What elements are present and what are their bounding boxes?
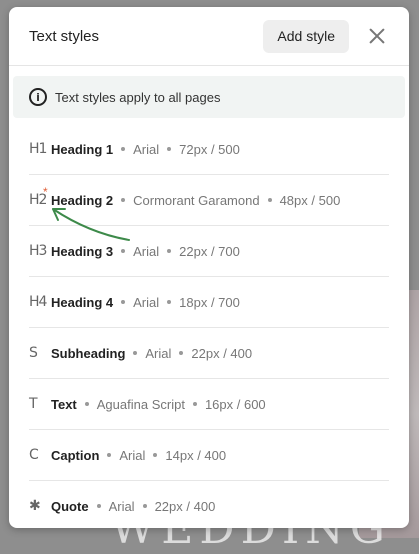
text-icon: T (29, 396, 38, 412)
caption-icon: C (29, 447, 39, 463)
separator-dot (153, 453, 158, 457)
style-font: Cormorant Garamond (133, 192, 260, 208)
style-size: 22px / 400 (154, 498, 216, 514)
style-size: 14px / 400 (165, 447, 227, 463)
heading-4-icon: H4 (29, 294, 47, 310)
style-name: Heading 1 (51, 141, 114, 157)
separator-dot (142, 504, 147, 508)
style-size: 18px / 700 (179, 294, 240, 310)
separator-dot (121, 300, 126, 304)
style-font: Arial (145, 345, 172, 361)
style-row-heading-4[interactable]: H4 Heading 4 Arial 18px / 700 (29, 277, 389, 328)
style-font: Arial (108, 498, 135, 514)
style-font: Arial (119, 447, 146, 463)
add-style-button[interactable]: Add style (263, 19, 349, 53)
annotation-arrow (52, 208, 130, 241)
style-font: Arial (133, 141, 160, 157)
modal-title: Text styles (29, 27, 100, 45)
separator-dot (96, 504, 101, 508)
info-banner: i Text styles apply to all pages (13, 76, 405, 118)
style-list: H1 Heading 1 Arial 72px / 500 H2 * Heading 2 Co… (9, 124, 409, 528)
separator-dot (167, 300, 172, 304)
separator-dot (121, 147, 126, 151)
quote-icon: ✱ (29, 498, 41, 514)
separator-dot (121, 198, 126, 202)
style-size: 16px / 600 (204, 396, 266, 412)
style-name: Caption (51, 447, 100, 463)
heading-3-icon: H3 (29, 243, 47, 259)
separator-dot (84, 402, 89, 406)
separator-dot (121, 249, 126, 253)
style-size: 72px / 500 (179, 141, 240, 157)
style-size: 22px / 700 (179, 243, 240, 259)
style-row-caption[interactable]: C Caption Arial 14px / 400 (29, 430, 389, 481)
separator-dot (192, 402, 197, 406)
style-size: 48px / 500 (279, 192, 341, 208)
separator-dot (107, 453, 112, 457)
style-row-subheading[interactable]: S Subheading Arial 22px / 400 (29, 328, 389, 379)
separator-dot (133, 351, 138, 355)
style-name: Heading 4 (51, 294, 114, 310)
separator-dot (167, 147, 172, 151)
separator-dot (179, 351, 184, 355)
style-name: Subheading (51, 345, 126, 361)
style-size: 22px / 400 (191, 345, 253, 361)
separator-dot (267, 198, 272, 202)
info-text: Text styles apply to all pages (55, 89, 221, 105)
text-styles-modal: Text styles Add style i Text styles appl… (9, 7, 409, 528)
style-font: Arial (133, 294, 160, 310)
style-row-heading-1[interactable]: H1 Heading 1 Arial 72px / 500 (29, 124, 389, 175)
close-icon[interactable] (367, 26, 387, 46)
separator-dot (167, 249, 172, 253)
modal-header: Text styles Add style (9, 7, 409, 66)
modified-star-icon: * (43, 185, 48, 199)
heading-1-icon: H1 (29, 141, 47, 157)
style-name: Quote (51, 498, 89, 514)
subheading-icon: S (29, 345, 38, 361)
style-row-quote[interactable]: ✱ Quote Arial 22px / 400 (29, 481, 389, 528)
info-icon: i (29, 88, 47, 106)
style-row-text[interactable]: T Text Aguafina Script 16px / 600 (29, 379, 389, 430)
style-font: Aguafina Script (96, 396, 185, 412)
style-name: Text (51, 396, 77, 412)
